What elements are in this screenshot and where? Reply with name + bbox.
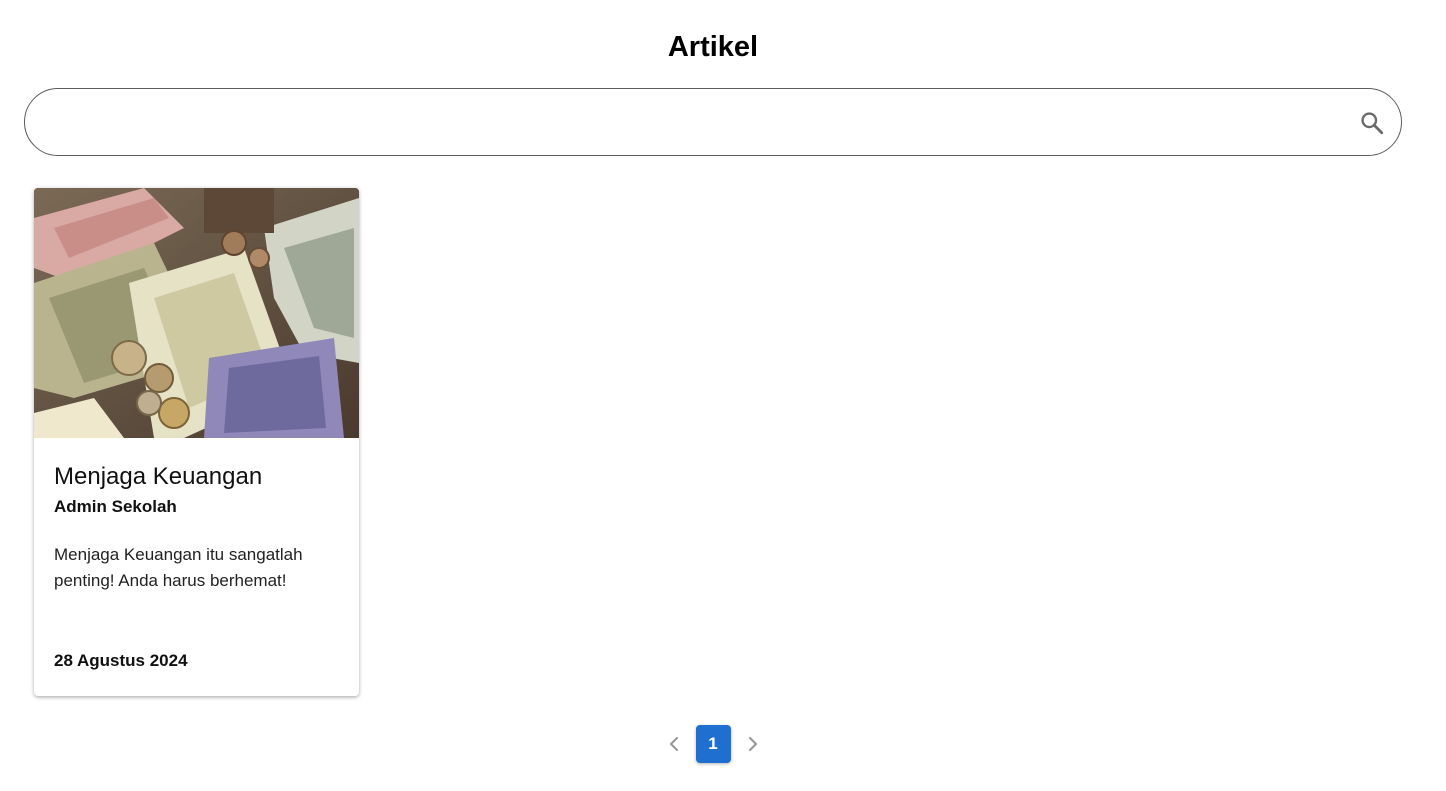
page-number-current[interactable]: 1 (695, 725, 731, 763)
pagination: 1 (0, 724, 1426, 764)
article-title[interactable]: Menjaga Keuangan (54, 462, 339, 492)
article-author: Admin Sekolah (54, 497, 177, 516)
prev-page-button[interactable] (658, 725, 690, 763)
next-page-button[interactable] (737, 725, 769, 763)
money-photo (34, 188, 359, 438)
article-page: Artikel Menjaga Keuangan Admin Sekolah M… (0, 0, 1446, 791)
article-image (34, 188, 359, 438)
article-excerpt: Menjaga Keuangan itu sangatlah penting! … (54, 545, 303, 590)
search-input[interactable] (47, 89, 1351, 157)
article-body: Menjaga Keuangan Admin Sekolah Menjaga K… (54, 438, 339, 594)
article-date: 28 Agustus 2024 (54, 651, 188, 670)
page-title: Artikel (667, 31, 759, 63)
chevron-right-icon (748, 736, 757, 752)
search-icon (1361, 112, 1384, 135)
article-card[interactable]: Menjaga Keuangan Admin Sekolah Menjaga K… (34, 188, 359, 696)
chevron-left-icon (669, 736, 678, 752)
search-button[interactable] (1357, 108, 1387, 138)
search-bar[interactable] (24, 88, 1402, 157)
